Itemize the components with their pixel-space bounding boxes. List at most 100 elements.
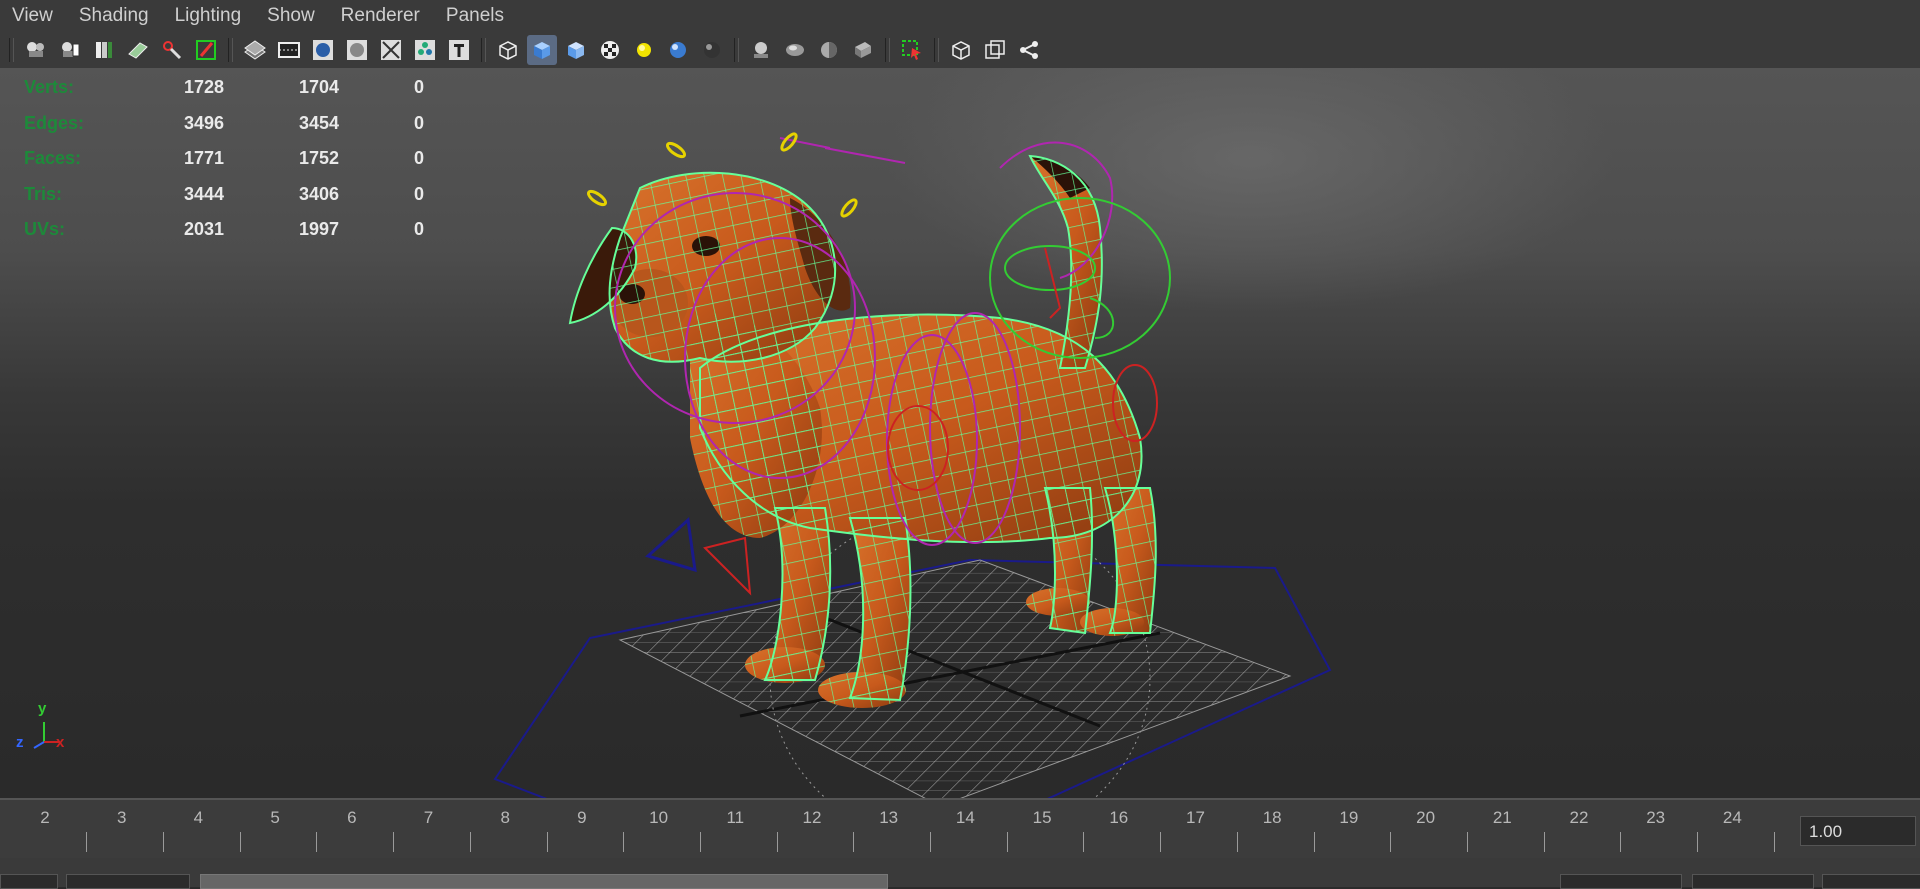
frame-label: 3 [116,808,127,827]
hypergraph-icon[interactable] [1014,35,1044,65]
panel-toolbar [0,32,1920,68]
axis-label-x: x [56,734,65,751]
frame-tick [930,832,932,852]
frame-label: 18 [1262,808,1282,827]
toolbar-separator [734,38,739,62]
motion-blur-icon[interactable] [746,35,776,65]
axis-label-y: y [38,700,47,717]
frame-tick [1236,832,1238,852]
frame-label: 9 [577,808,587,827]
menu-show[interactable]: Show [255,0,329,32]
xray-icon[interactable] [376,35,406,65]
camera-attributes-icon[interactable] [55,35,85,65]
two-pane-icon[interactable] [980,35,1010,65]
frame-tick [546,832,548,852]
time-slider[interactable]: 2 3 4 5 6 7 8 9 10 11 12 13 14 15 16 17 18 19 20 21 22 23 24 1… [0,798,1920,860]
frame-tick [1390,832,1392,852]
textured-icon[interactable] [595,35,625,65]
bookmarks-icon[interactable] [89,35,119,65]
frame-tick [623,832,625,852]
text-icon[interactable] [444,35,474,65]
smooth-shade-cube-icon[interactable] [527,35,557,65]
hud-value: 0 [414,148,425,169]
wireframe-on-shaded-icon[interactable] [342,35,372,65]
xray-joints-icon[interactable] [410,35,440,65]
frame-label: 24 [1722,808,1742,827]
hud-row: Verts: 1728 1704 0 [24,70,474,106]
hud-label: UVs: [24,219,66,240]
frame-label: 6 [347,808,357,827]
menu-panels[interactable]: Panels [434,0,518,32]
resolution-gate-icon[interactable] [274,35,304,65]
menu-renderer[interactable]: Renderer [329,0,434,32]
hud-value: 3496 [184,112,225,133]
menu-lighting[interactable]: Lighting [163,0,256,32]
hud-value: 1728 [184,77,225,98]
wireframe-cube-icon[interactable] [493,35,523,65]
frame-label: 7 [423,808,434,827]
hud-row: UVs: 2031 1997 0 [24,212,474,248]
hud-value: 1771 [184,148,225,169]
hud-row: Tris: 3444 3406 0 [24,177,474,213]
frame-tick [1697,832,1699,852]
hud-label: Edges: [24,112,85,133]
frame-tick [393,832,395,852]
hud-value: 0 [414,77,425,98]
toolbar-separator [885,38,890,62]
default-material-cube-icon[interactable] [561,35,591,65]
grease-pencil-icon[interactable] [157,35,187,65]
current-frame-field[interactable]: 1.00 [1800,816,1916,846]
menu-shading[interactable]: Shading [67,0,163,32]
camera-select-icon[interactable] [21,35,51,65]
frame-tick [469,832,471,852]
hud-value: 3454 [299,112,340,133]
view-axis-indicator: y z x [14,700,74,760]
frame-tick [1006,832,1008,852]
toolbar-separator [228,38,233,62]
lights-icon[interactable] [629,35,659,65]
frame-label: 13 [879,808,899,827]
frame-tick [86,832,88,852]
frame-label: 8 [500,808,510,827]
frame-tick [853,832,855,852]
panel-menubar: View Shading Lighting Show Renderer Pane… [0,0,1920,32]
frame-label: 19 [1339,808,1359,827]
frame-label: 10 [649,808,669,827]
frame-label: 2 [40,808,50,827]
single-pane-icon[interactable] [946,35,976,65]
frame-label: 5 [270,808,280,827]
dog-mesh[interactable] [568,154,1157,708]
frame-tick [163,832,165,852]
hardware-fog-icon[interactable] [848,35,878,65]
frame-tick [776,832,778,852]
hud-value: 3444 [184,183,225,204]
grid-icon[interactable] [240,35,270,65]
frame-tick [1620,832,1622,852]
hud-label: Verts: [24,77,75,98]
film-gate-icon[interactable] [191,35,221,65]
poly-count-hud: Verts: 1728 1704 0 Edges: 3496 3454 0 Fa… [24,70,474,248]
time-ruler[interactable]: 2 3 4 5 6 7 8 9 10 11 12 13 14 15 16 17 18 19 20 21 22 23 24 [0,800,1796,860]
frame-tick [1313,832,1315,852]
hud-value: 2031 [184,219,225,240]
frame-tick [1160,832,1162,852]
frame-label: 4 [193,808,204,827]
image-plane-icon[interactable] [123,35,153,65]
anti-aliasing-icon[interactable] [780,35,810,65]
frame-label: 12 [802,808,822,827]
hud-row: Faces: 1771 1752 0 [24,141,474,177]
perspective-viewport[interactable]: Verts: 1728 1704 0 Edges: 3496 3454 0 Fa… [0,68,1920,798]
axis-label-z: z [16,734,24,751]
menu-view[interactable]: View [0,0,67,32]
depth-of-field-icon[interactable] [814,35,844,65]
hud-value: 0 [414,183,425,204]
hud-label: Faces: [24,148,82,169]
shadows-icon[interactable] [663,35,693,65]
shading-sphere-icon[interactable] [308,35,338,65]
frame-label: 23 [1646,808,1666,827]
ambient-occlusion-icon[interactable] [697,35,727,65]
pole-vector-marker[interactable] [645,516,697,573]
isolate-select-icon[interactable] [897,35,927,65]
range-slider[interactable] [0,858,1920,889]
frame-label: 20 [1416,808,1436,827]
